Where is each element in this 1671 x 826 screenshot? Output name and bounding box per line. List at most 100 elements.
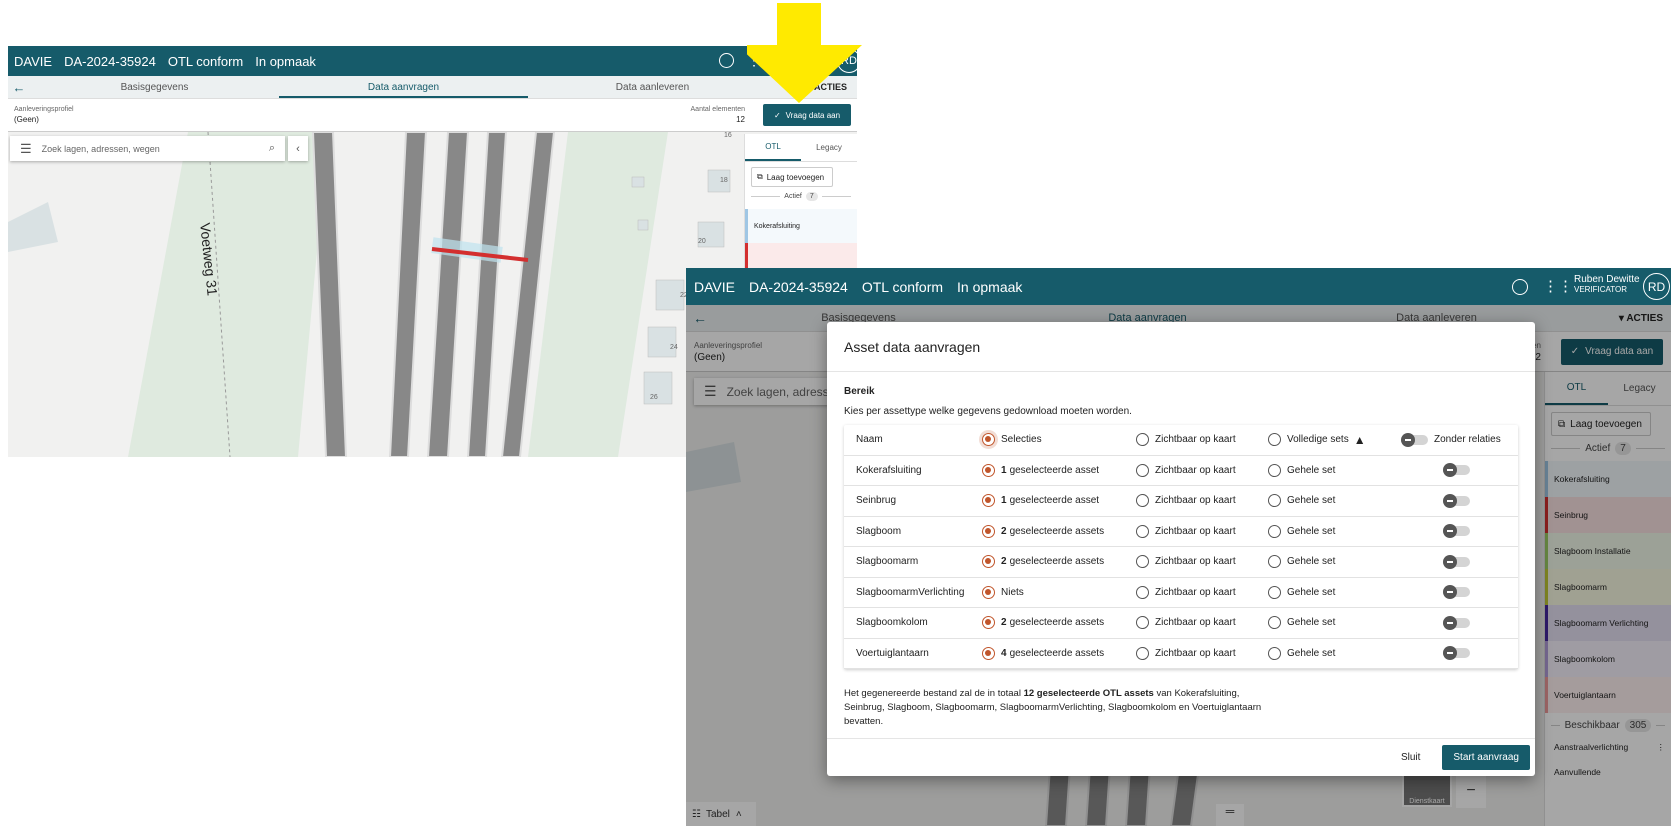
- relations-cell: [1396, 493, 1518, 508]
- tab-data-aanleveren[interactable]: Data aanleveren: [528, 76, 777, 98]
- avatar[interactable]: RD: [1643, 273, 1670, 300]
- element-count-label: Aantal elementen: [690, 106, 745, 113]
- radio-unselected[interactable]: [1268, 524, 1281, 538]
- selection-text: geselecteerde asset: [1009, 464, 1100, 476]
- radio-selected[interactable]: [982, 463, 995, 477]
- back-arrow-icon[interactable]: ←: [8, 80, 30, 95]
- request-data-button[interactable]: ✓ Vraag data aan: [763, 104, 851, 126]
- option-visible[interactable]: Zichtbaar op kaart: [1136, 463, 1268, 477]
- warning-icon: ▲: [1353, 432, 1366, 447]
- start-request-button[interactable]: Start aanvraag: [1442, 745, 1530, 770]
- radio-unselected[interactable]: [1136, 585, 1149, 599]
- search-icon[interactable]: ⌕: [269, 142, 275, 155]
- app-brand[interactable]: DAVIE: [694, 279, 735, 295]
- option-full-set[interactable]: Gehele set: [1268, 616, 1396, 630]
- option-selections[interactable]: 2 geselecteerde assets: [982, 616, 1136, 630]
- radio-unselected[interactable]: [1136, 433, 1149, 447]
- header-visible[interactable]: Zichtbaar op kaart: [1136, 433, 1268, 447]
- radio-unselected[interactable]: [1268, 616, 1281, 630]
- visible-label: Zichtbaar op kaart: [1155, 464, 1236, 476]
- radio-unselected[interactable]: [1268, 585, 1281, 599]
- radio-unselected[interactable]: [1136, 463, 1149, 477]
- option-selections[interactable]: 1 geselecteerde asset: [982, 463, 1136, 477]
- option-visible[interactable]: Zichtbaar op kaart: [1136, 555, 1268, 569]
- search-input[interactable]: Zoek lagen, adressen, wegen: [42, 144, 269, 154]
- header-selections[interactable]: Selecties: [982, 433, 1136, 447]
- option-full-set[interactable]: Gehele set: [1268, 646, 1396, 660]
- tab-data-aanvragen[interactable]: Data aanvragen: [279, 76, 528, 98]
- option-visible[interactable]: Zichtbaar op kaart: [1136, 646, 1268, 660]
- add-layer-button[interactable]: ⧉ Laag toevoegen: [751, 167, 833, 187]
- relations-toggle[interactable]: [1443, 463, 1470, 478]
- relations-toggle[interactable]: [1443, 554, 1470, 569]
- radio-selected[interactable]: [982, 433, 995, 447]
- option-selections[interactable]: 4 geselecteerde assets: [982, 646, 1136, 660]
- full-set-label: Gehele set: [1287, 556, 1336, 568]
- radio-unselected[interactable]: [1268, 494, 1281, 508]
- radio-selected[interactable]: [982, 524, 995, 538]
- visible-label: Zichtbaar op kaart: [1155, 525, 1236, 537]
- option-visible[interactable]: Zichtbaar op kaart: [1136, 585, 1268, 599]
- option-visible[interactable]: Zichtbaar op kaart: [1136, 616, 1268, 630]
- option-full-set[interactable]: Gehele set: [1268, 555, 1396, 569]
- header-without-relations[interactable]: Zonder relaties: [1396, 432, 1518, 447]
- selected-count: 2: [1001, 617, 1007, 629]
- option-full-set[interactable]: Gehele set: [1268, 463, 1396, 477]
- tab-legacy[interactable]: Legacy: [801, 134, 857, 161]
- option-full-set[interactable]: Gehele set: [1268, 585, 1396, 599]
- relations-toggle[interactable]: [1443, 646, 1470, 661]
- visible-label: Zichtbaar op kaart: [1155, 647, 1236, 659]
- menu-icon[interactable]: ☰: [20, 141, 32, 157]
- radio-unselected[interactable]: [1136, 555, 1149, 569]
- selected-count: 1: [1001, 464, 1007, 476]
- request-data-label: Vraag data aan: [785, 110, 841, 120]
- header-full-sets[interactable]: Volledige sets ▲: [1268, 433, 1396, 447]
- radio-unselected[interactable]: [1268, 463, 1281, 477]
- relations-toggle[interactable]: [1443, 493, 1470, 508]
- asset-type-name: Slagboomkolom: [856, 617, 928, 629]
- profile-value[interactable]: (Geen): [14, 115, 74, 124]
- radio-selected[interactable]: [982, 646, 995, 660]
- option-visible[interactable]: Zichtbaar op kaart: [1136, 494, 1268, 508]
- option-selections[interactable]: 1 geselecteerde asset: [982, 494, 1136, 508]
- relations-toggle[interactable]: [1443, 615, 1470, 630]
- radio-unselected[interactable]: [1136, 524, 1149, 538]
- collapse-panel-button[interactable]: ‹: [288, 136, 308, 161]
- layers-icon: ⧉: [757, 172, 763, 181]
- tab-otl[interactable]: OTL: [745, 134, 801, 161]
- radio-selected[interactable]: [982, 616, 995, 630]
- app-topbar: DAVIE DA-2024-35924 OTL conform In opmaa…: [686, 268, 1671, 305]
- full-set-label: Gehele set: [1287, 525, 1336, 537]
- relations-toggle[interactable]: [1401, 432, 1428, 447]
- radio-selected[interactable]: [982, 555, 995, 569]
- dialog-title: Asset data aanvragen: [844, 338, 981, 355]
- help-icon[interactable]: [1512, 279, 1528, 295]
- option-selections[interactable]: 2 geselecteerde assets: [982, 524, 1136, 538]
- radio-unselected[interactable]: [1136, 616, 1149, 630]
- relations-cell: [1396, 646, 1518, 661]
- radio-unselected[interactable]: [1268, 555, 1281, 569]
- relations-toggle[interactable]: [1443, 524, 1470, 539]
- radio-selected[interactable]: [982, 585, 995, 599]
- tab-basisgegevens[interactable]: Basisgegevens: [30, 76, 279, 98]
- relations-toggle[interactable]: [1443, 585, 1470, 600]
- option-visible[interactable]: Zichtbaar op kaart: [1136, 524, 1268, 538]
- apps-grid-icon[interactable]: ⋮⋮: [1543, 277, 1573, 295]
- radio-selected[interactable]: [982, 494, 995, 508]
- close-button[interactable]: Sluit: [1393, 746, 1428, 769]
- help-icon[interactable]: [719, 53, 734, 68]
- option-selections[interactable]: 2 geselecteerde assets: [982, 555, 1136, 569]
- table-row: Slagboom 2 geselecteerde assets Zichtbaar o…: [844, 517, 1518, 547]
- radio-unselected[interactable]: [1268, 433, 1281, 447]
- option-full-set[interactable]: Gehele set: [1268, 494, 1396, 508]
- edit-status: In opmaak: [957, 278, 1023, 295]
- visible-label: Zichtbaar op kaart: [1155, 617, 1236, 629]
- layer-item-kokerafsluiting[interactable]: Kokerafsluiting: [745, 209, 857, 243]
- app-brand[interactable]: DAVIE: [14, 54, 52, 69]
- radio-unselected[interactable]: [1136, 646, 1149, 660]
- option-full-set[interactable]: Gehele set: [1268, 524, 1396, 538]
- search-bar[interactable]: ☰ Zoek lagen, adressen, wegen ⌕: [10, 136, 285, 161]
- radio-unselected[interactable]: [1268, 646, 1281, 660]
- option-selections[interactable]: Niets: [982, 585, 1136, 599]
- radio-unselected[interactable]: [1136, 494, 1149, 508]
